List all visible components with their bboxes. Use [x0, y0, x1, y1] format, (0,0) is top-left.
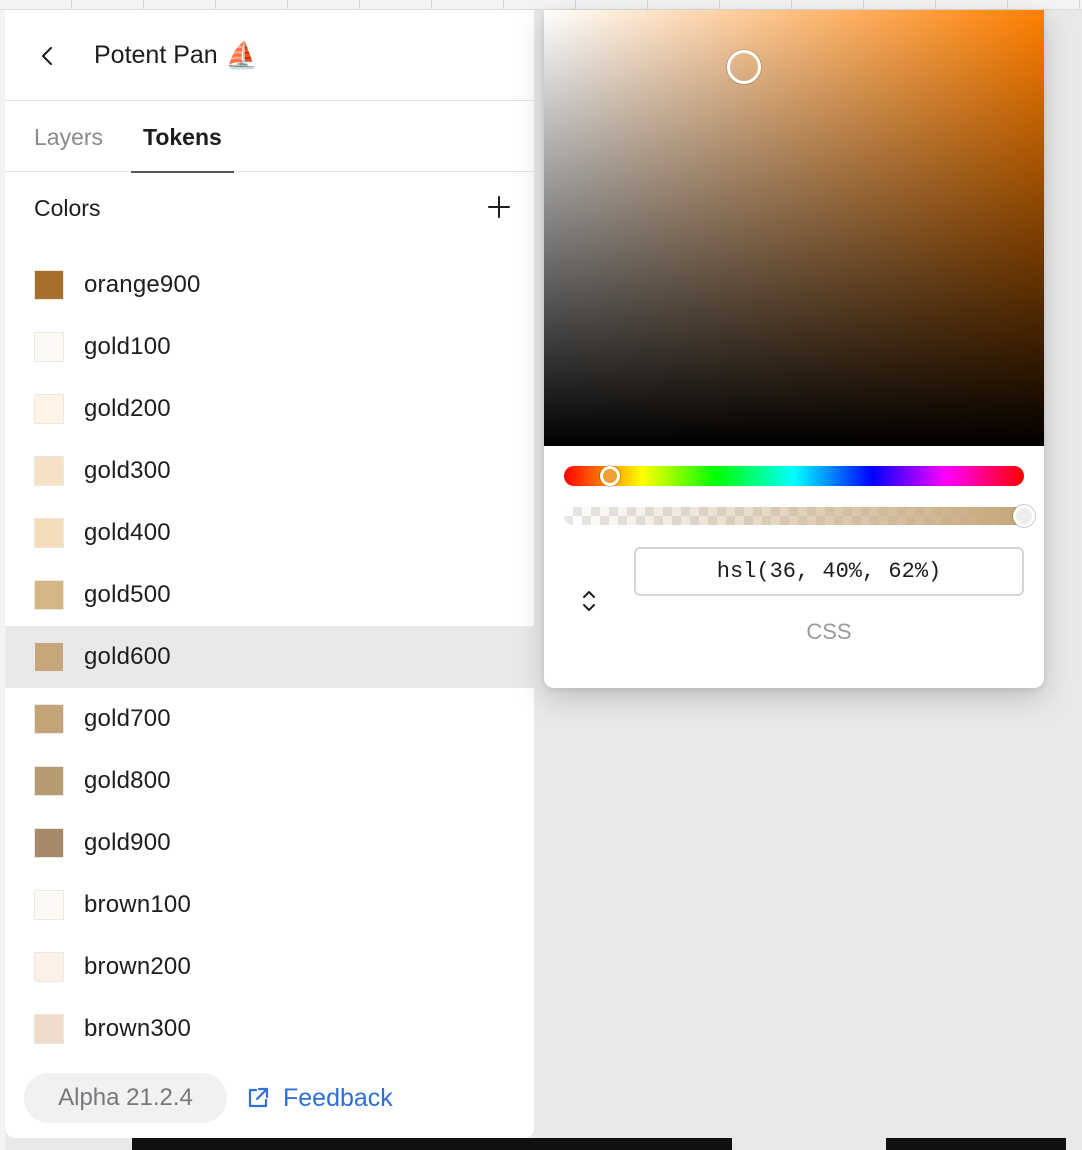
ship-icon: ⛵ — [225, 40, 259, 70]
color-token-item[interactable]: brown200 — [5, 936, 534, 998]
color-swatch — [34, 828, 64, 858]
chevron-left-icon — [41, 46, 53, 66]
hue-slider-handle[interactable] — [600, 466, 620, 486]
feedback-link[interactable]: Feedback — [245, 1073, 393, 1123]
color-token-item[interactable]: brown300 — [5, 998, 534, 1060]
tokens-panel: Potent Pan ⛵ Layers Tokens Colors orange… — [5, 10, 534, 1138]
panel-header: Potent Pan ⛵ — [5, 10, 534, 101]
color-value-input[interactable] — [634, 547, 1024, 596]
color-token-name: brown300 — [84, 1015, 192, 1042]
color-swatch — [34, 518, 64, 548]
section-title: Colors — [34, 195, 101, 221]
color-token-name: gold500 — [84, 581, 171, 608]
alpha-slider[interactable] — [564, 505, 1035, 527]
color-token-item[interactable]: gold400 — [5, 502, 534, 564]
color-token-name: brown100 — [84, 891, 192, 918]
color-swatch — [34, 952, 64, 982]
color-format-label: CSS — [806, 619, 852, 644]
version-badge: Alpha 21.2.4 — [24, 1073, 227, 1123]
back-button[interactable] — [31, 36, 63, 76]
color-token-name: gold700 — [84, 705, 171, 732]
panel-footer: Alpha 21.2.4 Feedback — [5, 1070, 534, 1123]
color-token-item[interactable]: orange900 — [5, 254, 534, 316]
color-swatch — [34, 394, 64, 424]
color-swatch — [34, 642, 64, 672]
color-picker-popover: CSS — [544, 10, 1044, 688]
color-swatch — [34, 890, 64, 920]
tab-layers-label: Layers — [34, 124, 104, 150]
page-title-text: Potent Pan — [94, 41, 218, 69]
colors-section-header: Colors — [5, 172, 534, 242]
color-token-item[interactable]: gold800 — [5, 750, 534, 812]
color-swatch — [34, 332, 64, 362]
color-token-item[interactable]: brown100 — [5, 874, 534, 936]
color-token-name: gold100 — [84, 333, 171, 360]
saturation-brightness-area[interactable] — [544, 10, 1044, 446]
color-token-name: gold900 — [84, 829, 171, 856]
chevron-up-down-icon — [583, 591, 595, 611]
feedback-label: Feedback — [283, 1083, 393, 1112]
color-token-item[interactable]: gold600 — [5, 626, 534, 688]
color-token-name: gold800 — [84, 767, 171, 794]
color-token-name: gold400 — [84, 519, 171, 546]
color-token-name: brown200 — [84, 953, 192, 980]
color-token-item[interactable]: gold500 — [5, 564, 534, 626]
color-token-name: gold200 — [84, 395, 171, 422]
page-title: Potent Pan ⛵ — [94, 39, 258, 71]
external-link-icon — [248, 1087, 269, 1108]
color-token-item[interactable]: gold700 — [5, 688, 534, 750]
color-token-item[interactable]: gold900 — [5, 812, 534, 874]
color-token-name: orange900 — [84, 271, 201, 298]
color-token-item[interactable]: gold200 — [5, 378, 534, 440]
tab-layers[interactable]: Layers — [22, 102, 115, 172]
color-swatch — [34, 456, 64, 486]
color-token-name: gold600 — [84, 643, 171, 670]
hue-slider[interactable] — [564, 466, 1024, 486]
color-swatch — [34, 270, 64, 300]
color-token-item[interactable]: gold100 — [5, 316, 534, 378]
background-dark-block — [132, 1138, 732, 1150]
color-swatch — [34, 580, 64, 610]
color-token-list: orange900 gold100 gold200 gold300 gold400 gol… — [5, 254, 534, 1060]
plus-icon — [488, 196, 510, 218]
saturation-brightness-handle[interactable] — [727, 49, 761, 84]
tab-tokens[interactable]: Tokens — [131, 102, 234, 173]
background-ruler — [0, 0, 1082, 10]
tab-tokens-label: Tokens — [143, 124, 222, 150]
color-swatch — [34, 1014, 64, 1044]
color-swatch — [34, 704, 64, 734]
color-token-item[interactable]: gold300 — [5, 440, 534, 502]
color-token-name: gold300 — [84, 457, 171, 484]
add-color-button[interactable] — [485, 193, 513, 221]
color-swatch — [34, 766, 64, 796]
format-toggle-button[interactable] — [576, 586, 602, 616]
tab-bar: Layers Tokens — [5, 102, 534, 173]
background-dark-block — [886, 1138, 1066, 1150]
alpha-slider-handle[interactable] — [1013, 505, 1035, 527]
